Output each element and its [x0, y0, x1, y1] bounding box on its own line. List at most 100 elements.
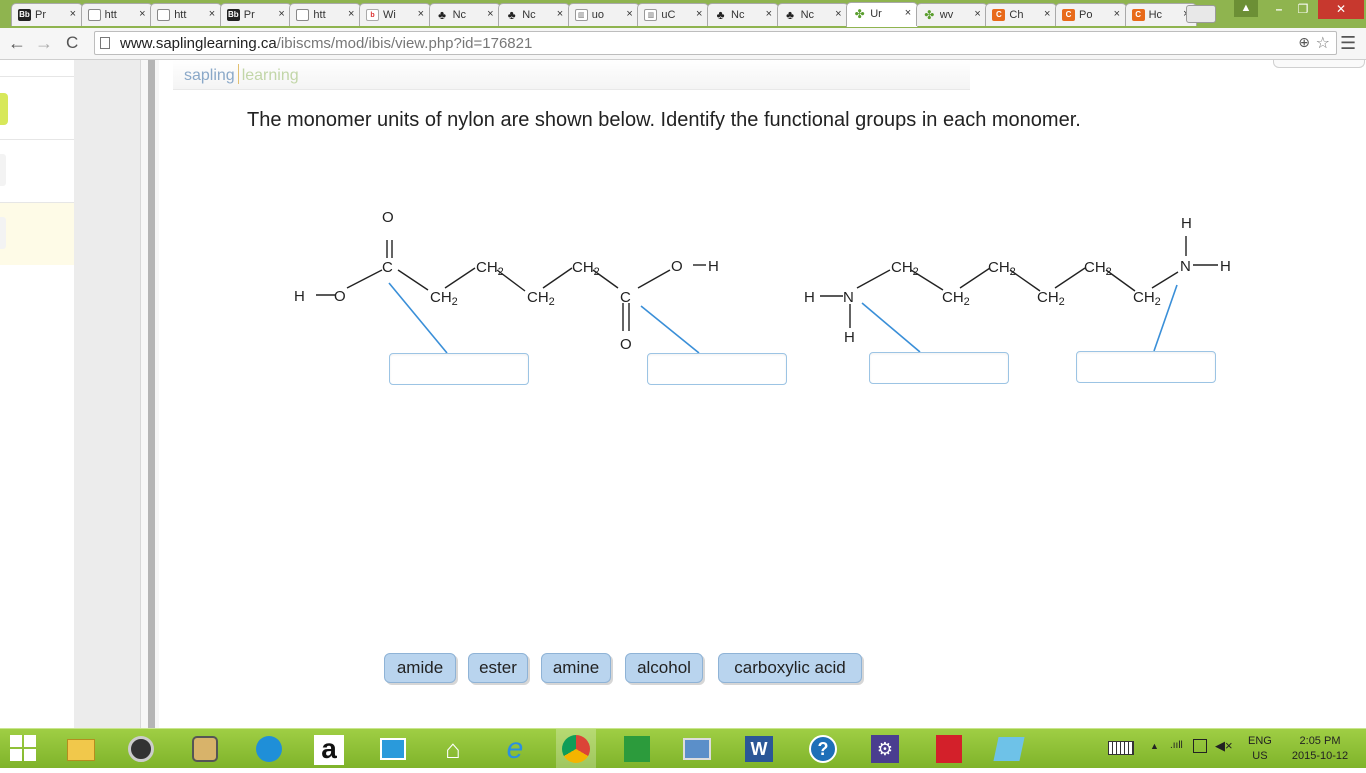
restore-button[interactable]: ❐ — [1291, 0, 1315, 19]
word-icon[interactable]: W — [742, 733, 776, 765]
settings-icon[interactable]: ⚙ — [868, 733, 902, 765]
minimize-button[interactable]: – — [1268, 0, 1290, 19]
browser-tab[interactable]: C Ch × — [985, 3, 1058, 26]
answer-drop-box-4[interactable] — [1076, 351, 1216, 383]
browser-tab[interactable]: htt × — [289, 3, 362, 26]
profile-icon[interactable]: ▲ — [1234, 0, 1258, 17]
amazon-icon[interactable]: a — [312, 733, 346, 765]
forward-button[interactable]: → — [35, 33, 53, 54]
signal-icon[interactable]: .ııll — [1170, 740, 1183, 751]
browser-tab[interactable]: ♣ Nc × — [498, 3, 571, 26]
chip-ester[interactable]: ester — [468, 653, 528, 683]
address-bar[interactable]: www.saplinglearning.ca/ibiscms/mod/ibis/… — [94, 31, 1337, 55]
top-right-tab[interactable] — [1273, 60, 1365, 68]
tab-label: htt — [104, 9, 117, 21]
bookmark-star-icon[interactable]: ☆ — [1316, 33, 1330, 53]
volume-muted-icon[interactable]: ◀× — [1215, 738, 1233, 754]
show-hidden-icons-icon[interactable]: ▲ — [1150, 741, 1159, 751]
browser-tab[interactable]: C Po × — [1055, 3, 1127, 26]
zoom-icon[interactable]: ⊕ — [1298, 34, 1310, 51]
new-tab-button[interactable] — [1186, 5, 1216, 23]
browser-tab[interactable]: Bb Pr × — [11, 3, 83, 26]
browser-tab[interactable]: b Wi × — [359, 3, 431, 26]
tab-close-icon[interactable]: × — [418, 8, 424, 20]
browser-tab[interactable]: Bb Pr × — [219, 3, 292, 26]
reload-button[interactable]: C — [66, 33, 78, 53]
tab-close-icon[interactable]: × — [1044, 8, 1050, 20]
answer-drop-box-2[interactable] — [647, 353, 787, 385]
office-icon[interactable] — [620, 733, 654, 765]
chip-alcohol[interactable]: alcohol — [625, 653, 703, 683]
lang-bottom: US — [1252, 750, 1268, 762]
tab-close-icon[interactable]: × — [1114, 8, 1120, 20]
input-language[interactable]: ENG US — [1248, 734, 1272, 764]
atom-o: O — [620, 336, 632, 353]
chip-amide[interactable]: amide — [384, 653, 456, 683]
help-icon[interactable]: ? — [806, 733, 840, 765]
browser-tab[interactable]: ▥ uC × — [637, 3, 710, 26]
tab-close-icon[interactable]: × — [487, 8, 493, 20]
browser-menu-button[interactable]: ☰ — [1340, 33, 1356, 54]
tab-label: Nc — [522, 9, 536, 21]
close-window-button[interactable]: ✕ — [1318, 0, 1364, 19]
url-domain: www.saplinglearning.ca — [120, 35, 277, 52]
store-icon[interactable] — [376, 733, 410, 765]
notes-icon[interactable] — [992, 733, 1026, 765]
ch2-label: CH2 — [1037, 289, 1065, 308]
browser-tab[interactable]: ♣ Nc × — [428, 3, 501, 26]
question-list-item[interactable] — [0, 202, 74, 265]
photo-app-icon[interactable] — [188, 733, 222, 765]
browser-tab[interactable]: ♣ Nc × — [707, 3, 779, 26]
tab-close-icon[interactable]: × — [974, 8, 980, 20]
question-list-item[interactable] — [0, 76, 74, 139]
ch2-label: CH2 — [430, 289, 458, 308]
media-player-icon[interactable] — [124, 733, 158, 765]
tab-close-icon[interactable]: × — [626, 8, 632, 20]
tab-favicon-icon: ♣ — [786, 8, 795, 22]
browser-tab[interactable]: htt × — [150, 3, 223, 26]
chrome-icon[interactable] — [556, 729, 596, 769]
tab-close-icon[interactable]: × — [278, 8, 284, 20]
tab-close-icon[interactable]: × — [348, 8, 354, 20]
browser-tab[interactable]: htt × — [80, 3, 153, 26]
tab-favicon-icon: ♣ — [438, 8, 447, 22]
tab-close-icon[interactable]: × — [209, 8, 215, 20]
start-button[interactable] — [10, 735, 38, 763]
question-list-item[interactable] — [0, 139, 74, 202]
tab-strip: Bb Pr × htt × htt × Bb Pr × htt × b Wi × ♣ Nc × ♣ Nc × ▥ uo × ▥ u… — [0, 0, 1366, 28]
clock[interactable]: 2:05 PM 2015-10-12 — [1288, 734, 1352, 764]
browser-tab[interactable]: ✤ wv × — [915, 3, 988, 26]
tab-close-icon[interactable]: × — [70, 8, 76, 20]
chip-amine[interactable]: amine — [541, 653, 611, 683]
touch-keyboard-icon[interactable] — [1108, 741, 1134, 755]
acrobat-icon[interactable] — [932, 733, 966, 765]
remote-desktop-icon[interactable] — [680, 733, 714, 765]
answer-drop-box-3[interactable] — [869, 352, 1009, 384]
internet-explorer-icon[interactable]: e — [498, 733, 532, 765]
tab-close-icon[interactable]: × — [835, 8, 841, 20]
network-icon[interactable] — [1193, 739, 1207, 753]
tab-close-icon[interactable]: × — [139, 8, 145, 20]
answer-drop-box-1[interactable] — [389, 353, 529, 385]
atom-h: H — [1220, 258, 1231, 275]
tab-label: Pr — [35, 9, 46, 21]
tab-close-icon[interactable]: × — [905, 7, 911, 19]
chip-carboxylic-acid[interactable]: carboxylic acid — [718, 653, 862, 683]
tab-close-icon[interactable]: × — [557, 8, 563, 20]
tab-favicon-icon: C — [1062, 9, 1075, 21]
file-explorer-icon[interactable] — [64, 733, 98, 765]
content-border — [140, 60, 159, 728]
tab-close-icon[interactable]: × — [766, 8, 772, 20]
tab-close-icon[interactable]: × — [696, 8, 702, 20]
home-icon[interactable]: ⌂ — [436, 733, 470, 765]
windows-logo-icon — [10, 735, 22, 747]
atom-o: O — [671, 258, 683, 275]
browser-tab[interactable]: ▥ uo × — [567, 3, 640, 26]
browser-tab[interactable]: ♣ Nc × — [776, 3, 849, 26]
back-button[interactable]: ← — [8, 33, 26, 54]
browser-tab[interactable]: ✤ Ur × — [846, 2, 919, 27]
tab-label: Po — [1079, 9, 1093, 21]
url-text[interactable]: www.saplinglearning.ca/ibiscms/mod/ibis/… — [120, 35, 532, 52]
sync-app-icon[interactable] — [252, 733, 286, 765]
question-list-panel — [0, 60, 74, 728]
